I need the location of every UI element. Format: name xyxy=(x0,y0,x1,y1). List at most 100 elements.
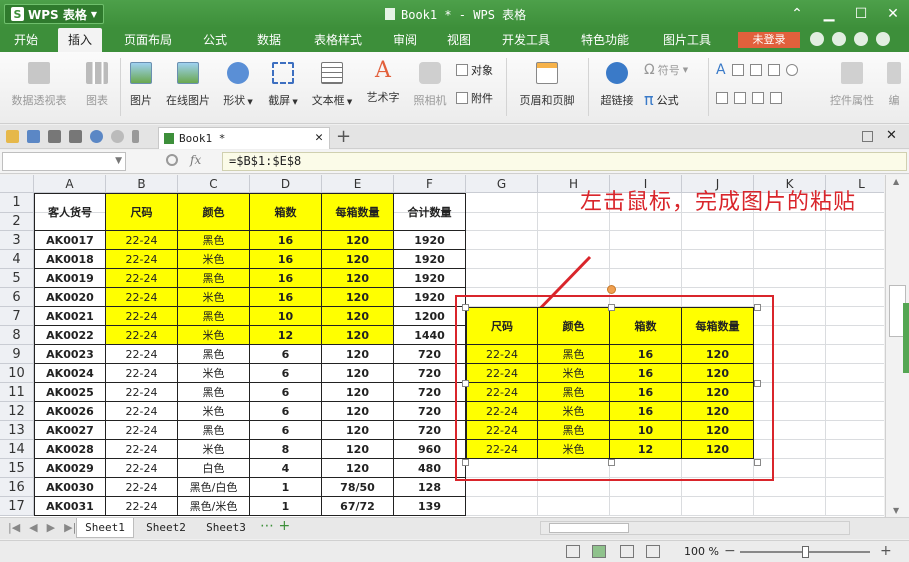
table-cell[interactable]: 120 xyxy=(322,402,394,421)
table-cell[interactable]: 22-24 xyxy=(106,250,178,269)
table-cell[interactable]: 6 xyxy=(250,383,322,402)
tab-developer[interactable]: 开发工具 xyxy=(493,28,559,52)
select-all-corner[interactable] xyxy=(0,175,34,193)
table-cell[interactable]: 黑色 xyxy=(178,307,250,326)
table-cell[interactable]: 139 xyxy=(394,497,466,516)
tab-view[interactable]: 视图 xyxy=(437,28,481,52)
new-tab-button[interactable]: + xyxy=(336,126,351,147)
print-preview-icon[interactable] xyxy=(69,130,82,143)
first-sheet-icon[interactable]: |◀ xyxy=(8,521,20,534)
row-header[interactable]: 11 xyxy=(0,383,34,402)
table-cell[interactable]: AK0021 xyxy=(34,307,106,326)
column-header[interactable]: F xyxy=(394,175,466,193)
text-box-button[interactable]: 文本框 ▼ xyxy=(308,52,356,124)
row-header[interactable]: 6 xyxy=(0,288,34,307)
symbol-button[interactable]: Ω 符号 ▼ xyxy=(644,62,688,78)
resize-handle-s[interactable] xyxy=(608,459,615,466)
zoom-out-button[interactable]: − xyxy=(724,543,736,559)
table-cell[interactable]: 22-24 xyxy=(106,497,178,516)
table-cell[interactable]: 6 xyxy=(250,402,322,421)
table-cell[interactable]: 黑色 xyxy=(178,269,250,288)
document-tab[interactable]: Book1 * ✕ xyxy=(158,127,330,149)
table-cell[interactable]: AK0030 xyxy=(34,478,106,497)
row-header[interactable]: 16 xyxy=(0,478,34,497)
tab-table-style[interactable]: 表格样式 xyxy=(305,28,371,52)
skin-icon[interactable] xyxy=(810,32,824,46)
app-menu-button[interactable]: S WPS 表格 ▼ xyxy=(4,4,105,24)
label-control-icon[interactable]: A xyxy=(716,62,726,78)
prev-sheet-icon[interactable]: ◀ xyxy=(29,521,37,534)
page-break-view-icon[interactable] xyxy=(620,545,634,558)
table-cell[interactable]: 22-24 xyxy=(106,364,178,383)
combobox-control-icon[interactable] xyxy=(734,92,746,104)
spinner-control-icon[interactable] xyxy=(752,92,764,104)
add-sheet-button[interactable]: ⋯ + xyxy=(260,518,290,534)
column-header[interactable]: G xyxy=(466,175,538,193)
table-cell[interactable]: 120 xyxy=(322,307,394,326)
table-cell[interactable]: 22-24 xyxy=(106,345,178,364)
scroll-down-icon[interactable]: ▼ xyxy=(893,506,899,515)
table-cell[interactable]: 22-24 xyxy=(106,326,178,345)
table-cell[interactable]: 22-24 xyxy=(106,440,178,459)
scroll-up-icon[interactable]: ▲ xyxy=(893,177,899,186)
table-cell[interactable]: 22-24 xyxy=(106,383,178,402)
online-picture-button[interactable]: 在线图片 xyxy=(162,52,214,124)
row-header[interactable]: 7 xyxy=(0,307,34,326)
collapse-ribbon-icon[interactable]: ⌃ xyxy=(781,0,813,28)
table-cell[interactable]: 1920 xyxy=(394,231,466,250)
zoom-formula-icon[interactable] xyxy=(166,154,178,166)
table-cell[interactable]: AK0026 xyxy=(34,402,106,421)
table-cell[interactable]: 120 xyxy=(322,440,394,459)
folder-icon[interactable] xyxy=(6,130,19,143)
table-cell[interactable]: 120 xyxy=(322,288,394,307)
undo-icon[interactable] xyxy=(90,130,103,143)
table-cell[interactable]: 22-24 xyxy=(106,459,178,478)
table-cell[interactable]: 米色 xyxy=(178,288,250,307)
zoom-level[interactable]: 100 % xyxy=(684,545,719,558)
tab-insert[interactable]: 插入 xyxy=(58,28,102,52)
pasted-picture[interactable]: 尺码 颜色 箱数 每箱数量 22-24 黑色 16 120 22-24 米色 16 120 22-24 黑… xyxy=(466,307,758,462)
table-cell[interactable]: 黑色 xyxy=(178,345,250,364)
table-cell[interactable]: 米色 xyxy=(178,440,250,459)
table-cell[interactable]: 白色 xyxy=(178,459,250,478)
close-tab-icon[interactable]: ✕ xyxy=(315,130,323,145)
table-cell[interactable]: 120 xyxy=(322,364,394,383)
word-art-button[interactable]: A 艺术字 xyxy=(362,52,404,124)
column-header[interactable]: B xyxy=(106,175,178,193)
table-cell[interactable]: 120 xyxy=(322,345,394,364)
table-cell[interactable]: 22-24 xyxy=(106,421,178,440)
table-cell[interactable]: 120 xyxy=(322,421,394,440)
row-header[interactable]: 3 xyxy=(0,231,34,250)
table-cell[interactable]: 米色 xyxy=(178,326,250,345)
table-cell[interactable]: 6 xyxy=(250,345,322,364)
tab-formula[interactable]: 公式 xyxy=(193,28,237,52)
table-cell[interactable]: 22-24 xyxy=(106,231,178,250)
table-cell[interactable]: 米色 xyxy=(178,364,250,383)
table-cell[interactable]: AK0025 xyxy=(34,383,106,402)
row-header[interactable]: 13 xyxy=(0,421,34,440)
header-cell[interactable]: 颜色 xyxy=(178,193,250,231)
object-button[interactable]: 对象 xyxy=(456,62,493,78)
table-cell[interactable]: 米色 xyxy=(178,250,250,269)
table-cell[interactable]: 22-24 xyxy=(106,307,178,326)
resize-handle-ne[interactable] xyxy=(754,304,761,311)
table-cell[interactable]: 22-24 xyxy=(106,269,178,288)
pivot-table-button[interactable]: 数据透视表 xyxy=(6,52,72,124)
help-icon[interactable] xyxy=(854,32,868,46)
table-cell[interactable]: 16 xyxy=(250,231,322,250)
camera-button[interactable]: 照相机 xyxy=(410,52,450,124)
table-cell[interactable]: 22-24 xyxy=(106,402,178,421)
table-cell[interactable]: 22-24 xyxy=(106,478,178,497)
textbox-control-icon[interactable] xyxy=(731,64,744,76)
tab-home[interactable]: 开始 xyxy=(4,28,48,52)
name-box[interactable]: ▼ xyxy=(2,152,126,171)
normal-view-icon[interactable] xyxy=(566,545,580,558)
zoom-slider[interactable] xyxy=(740,546,870,558)
screenshot-button[interactable]: 截屏 ▼ xyxy=(263,52,303,124)
table-cell[interactable]: 1 xyxy=(250,478,322,497)
table-cell[interactable]: 67/72 xyxy=(322,497,394,516)
table-cell[interactable]: 78/50 xyxy=(322,478,394,497)
restore-doc-icon[interactable] xyxy=(862,131,873,142)
resize-handle-se[interactable] xyxy=(754,459,761,466)
scrollbar-control-icon[interactable] xyxy=(770,92,782,104)
